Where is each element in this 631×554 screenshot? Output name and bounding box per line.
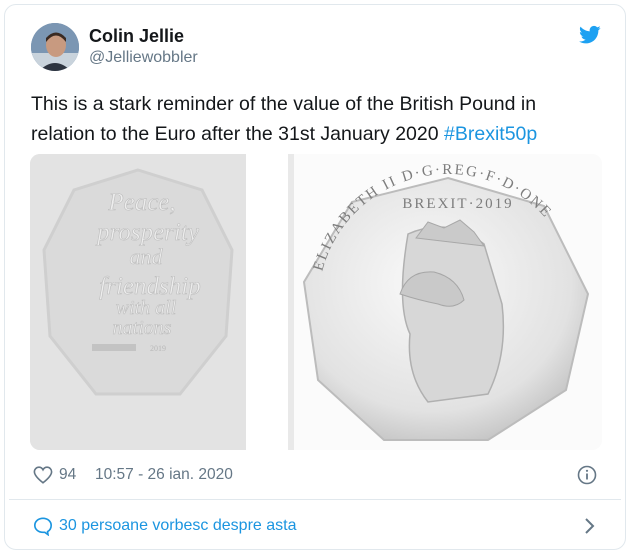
media-image-right[interactable]: ELIZABETH II D·G·REG·F·D·ONE BREXIT·2019 bbox=[288, 154, 602, 450]
coin-text-line-3: and bbox=[130, 244, 164, 269]
tweet-media[interactable]: Peace, prosperity and friendship with al… bbox=[30, 154, 602, 450]
author-names[interactable]: Colin Jellie @Jelliewobbler bbox=[89, 25, 198, 68]
coin-text-line-6: nations bbox=[113, 317, 172, 339]
conversation-label[interactable]: 30 persoane vorbesc despre asta bbox=[59, 517, 296, 535]
twitter-bird-icon[interactable] bbox=[579, 25, 601, 45]
coin-top-inscription: BREXIT·2019 bbox=[402, 196, 513, 212]
coin-text-line-5: with all bbox=[116, 297, 177, 319]
author-handle[interactable]: @Jelliewobbler bbox=[89, 48, 198, 68]
like-count[interactable]: 94 bbox=[59, 466, 76, 484]
coin-text-line-4: friendship bbox=[99, 273, 200, 300]
tweet-meta: 94 10:57 - 26 ian. 2020 bbox=[31, 463, 599, 487]
author-display-name[interactable]: Colin Jellie bbox=[89, 25, 198, 47]
chevron-right-icon[interactable] bbox=[583, 517, 595, 535]
conversation-link[interactable]: 30 persoane vorbesc despre asta bbox=[31, 507, 599, 543]
tweet-text: This is a stark reminder of the value of… bbox=[31, 89, 591, 149]
tweet-timestamp[interactable]: 10:57 - 26 ian. 2020 bbox=[95, 466, 233, 484]
tweet-card: Colin Jellie @Jelliewobbler This is a st… bbox=[4, 4, 626, 550]
divider bbox=[9, 499, 621, 500]
avatar[interactable] bbox=[31, 23, 79, 71]
media-image-left[interactable]: Peace, prosperity and friendship with al… bbox=[30, 154, 246, 450]
tweet-header: Colin Jellie @Jelliewobbler bbox=[25, 19, 605, 75]
coin-text-line-1: Peace, bbox=[107, 189, 175, 216]
coin-mark-smudge bbox=[92, 344, 136, 351]
speech-bubble-icon bbox=[33, 517, 53, 536]
heart-icon[interactable] bbox=[33, 466, 53, 484]
coin-year: 2019 bbox=[150, 344, 166, 353]
coin-text-line-2: prosperity bbox=[95, 219, 200, 246]
info-icon[interactable] bbox=[577, 465, 597, 485]
hashtag-link[interactable]: #Brexit50p bbox=[444, 123, 537, 145]
